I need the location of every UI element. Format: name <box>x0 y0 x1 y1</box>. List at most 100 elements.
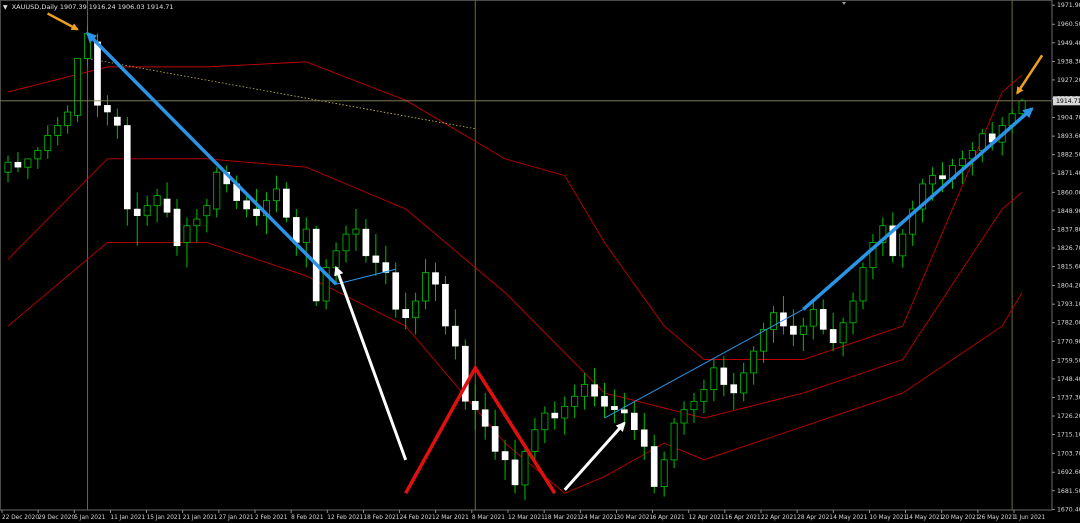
time-tick-label: 20 May 2021 <box>942 515 980 521</box>
time-tick-label: 14 May 2021 <box>906 515 944 521</box>
price-tick-label: 1826.70 <box>1057 245 1080 252</box>
candle-body-bull <box>272 188 280 202</box>
price-tick-label: 1793.10 <box>1057 301 1080 308</box>
candle-body-bull <box>183 225 191 243</box>
time-tick-label: 4 May 2021 <box>833 515 867 521</box>
price-tick-label: 1770.90 <box>1057 338 1080 345</box>
time-tick-label: 12 Mar 2021 <box>508 515 545 521</box>
candle-body-bull <box>143 205 151 217</box>
candle-body-bear <box>790 325 797 335</box>
orange-arrow-right <box>1016 54 1044 95</box>
candle-body-bull <box>839 322 847 344</box>
candle-body-bear <box>730 384 738 394</box>
candle-body-bull <box>561 405 569 419</box>
time-tick-label: 6 Apr 2021 <box>653 515 685 521</box>
candle-body-bull <box>332 250 340 268</box>
time-tick-label: 30 Mar 2021 <box>616 515 653 521</box>
time-tick-label: 12 Feb 2021 <box>327 515 363 521</box>
candle-body-bear <box>481 409 489 427</box>
candle-body-bull <box>412 300 420 319</box>
candle-body-bull <box>799 325 807 335</box>
current-price-label: 1914.71 <box>1056 98 1080 105</box>
time-tick-label: 24 Feb 2021 <box>400 515 436 521</box>
blue-trend-down-thin <box>335 268 396 285</box>
time-tick-label: 11 Jan 2021 <box>110 515 145 521</box>
candle-body-bear <box>511 459 519 486</box>
price-tick-label: 1737.30 <box>1057 394 1080 401</box>
time-tick-label: 16 Apr 2021 <box>725 515 761 521</box>
candle-body-bull <box>670 422 678 461</box>
candle-body-bull <box>74 58 82 116</box>
time-tick-label: 5 Jan 2021 <box>74 515 105 521</box>
candle-body-bull <box>899 233 907 257</box>
time-tick-label: 2 Mar 2021 <box>436 515 469 521</box>
candle-body-bull <box>541 412 549 431</box>
price-tick-label: 1904.70 <box>1057 115 1080 122</box>
candle-body-bull <box>660 459 668 487</box>
price-tick-label: 1715.10 <box>1057 432 1080 439</box>
candle-body-bear <box>720 367 728 385</box>
price-tick-label: 1882.50 <box>1057 152 1080 159</box>
candle-body-bull <box>710 367 718 391</box>
price-tick-label: 1681.50 <box>1057 488 1080 495</box>
candle-body-bull <box>809 308 817 327</box>
candle-body-bear <box>114 116 121 126</box>
candle-body-bull <box>740 372 748 394</box>
candle-body-bear <box>94 41 101 106</box>
candle-body-bear <box>551 412 559 419</box>
time-tick-label: 28 Apr 2021 <box>797 515 833 521</box>
candle-body-bull <box>352 228 360 235</box>
price-tick-label: 1759.50 <box>1057 357 1080 364</box>
candle-body-bear <box>402 309 410 318</box>
price-tick-label: 1703.70 <box>1057 451 1080 458</box>
candle-body-bear <box>392 272 400 310</box>
candle-body-bull <box>203 205 211 217</box>
candle-body-bull <box>34 150 42 160</box>
candle-body-bull <box>193 218 201 227</box>
price-tick-label: 1893.60 <box>1057 133 1080 140</box>
candle-body-bull <box>4 161 12 173</box>
candle-body-bear <box>283 188 290 218</box>
time-tick-label: 24 Mar 2021 <box>580 515 617 521</box>
candle-body-bull <box>24 158 32 168</box>
candle-body-bull <box>700 389 708 402</box>
price-tick-label: 1692.60 <box>1057 469 1080 476</box>
candle-body-bear <box>292 217 300 243</box>
price-tick-label: 1726.20 <box>1057 413 1080 420</box>
candle-body-bear <box>452 325 459 347</box>
price-tick-label: 1837.80 <box>1057 226 1080 233</box>
time-tick-label: 26 May 2021 <box>978 515 1016 521</box>
time-tick-label: 2 Feb 2021 <box>255 515 288 521</box>
candle-body-bear <box>14 161 22 168</box>
time-tick-label: 12 Apr 2021 <box>689 515 725 521</box>
price-tick-label: 1938.30 <box>1057 58 1080 65</box>
candle-body-bull <box>859 267 867 302</box>
time-tick-label: 29 Dec 2020 <box>38 515 75 521</box>
candle-body-bull <box>929 175 937 185</box>
price-tick-label: 1971.90 <box>1057 2 1080 9</box>
price-tick-label: 1815.60 <box>1057 264 1080 271</box>
time-tick-label: 8 Feb 2021 <box>291 515 324 521</box>
price-tick-label: 1871.40 <box>1057 170 1080 177</box>
candle-body-bear <box>621 409 628 414</box>
candle-body-bear <box>362 228 370 257</box>
candle-body-bear <box>939 175 946 180</box>
candle-body-bear <box>253 208 260 216</box>
time-tick-label: 8 Mar 2021 <box>472 515 505 521</box>
candle-body-bear <box>591 384 598 397</box>
candle-body-bear <box>133 208 141 216</box>
time-tick-label: 22 Dec 2020 <box>2 515 39 521</box>
candle-body-bear <box>471 401 479 410</box>
time-tick-label: 21 Jan 2021 <box>183 515 218 521</box>
white-arrow-2 <box>563 421 626 491</box>
candle-body-bear <box>819 309 827 330</box>
candle-body-bear <box>829 329 837 344</box>
price-chart[interactable]: 1971.901960.501949.401938.301927.201916.… <box>0 0 1080 523</box>
candle-body-bear <box>173 208 181 247</box>
candle-body-bull <box>64 111 72 126</box>
orange-arrow-left <box>46 12 79 31</box>
candle-body-bull <box>422 272 430 302</box>
price-tick-label: 1782.00 <box>1057 320 1080 327</box>
time-tick-label: 15 Jan 2021 <box>147 515 182 521</box>
candle-body-bear <box>372 255 380 263</box>
